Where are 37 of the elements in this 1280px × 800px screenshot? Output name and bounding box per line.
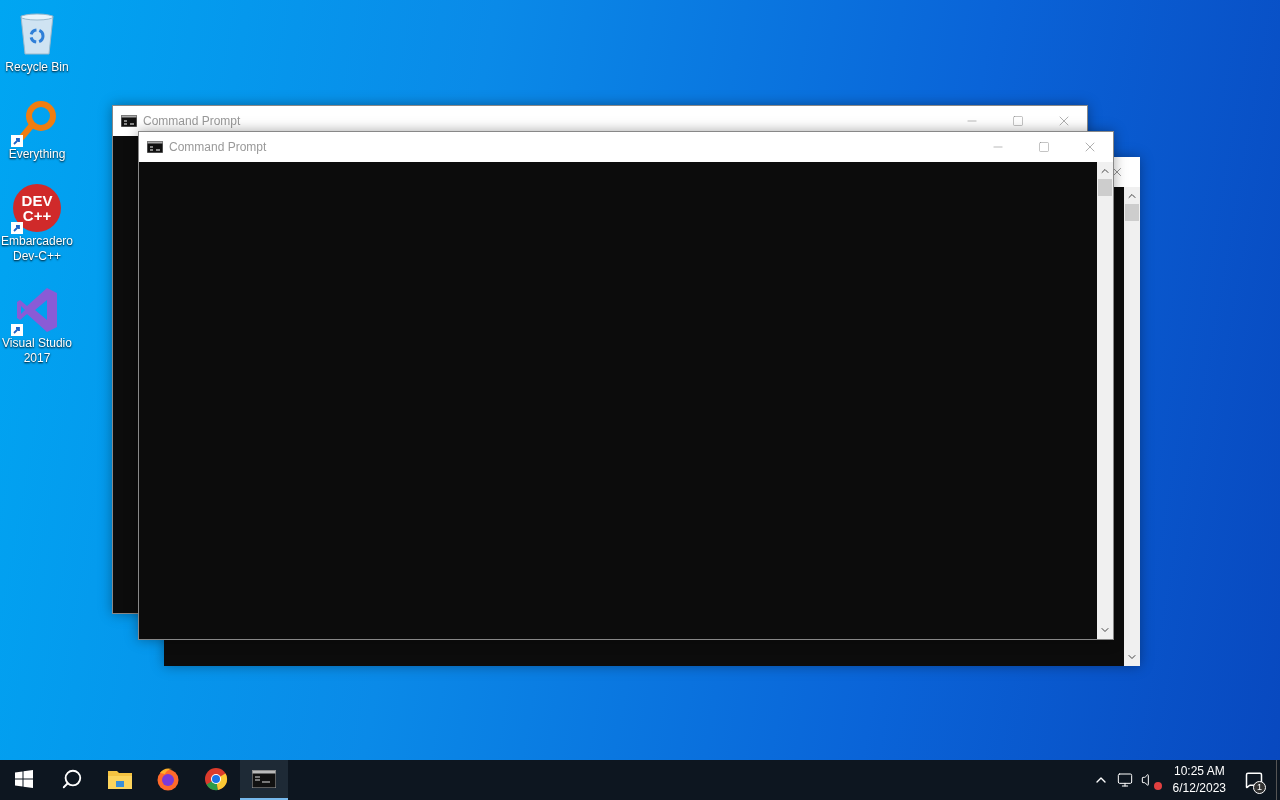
logo-text: C++	[22, 208, 52, 223]
notification-count: 1	[1253, 781, 1266, 794]
search-icon	[61, 768, 83, 790]
desktop-icon[interactable]: DEV C++ Embarcadero Dev-C++	[0, 182, 74, 264]
notifications-button[interactable]: 1	[1232, 760, 1276, 800]
fox-globe-icon	[156, 767, 180, 791]
windows-logo-icon	[15, 770, 33, 788]
window-title: Command Prompt	[169, 139, 268, 156]
chrome-icon	[204, 767, 228, 791]
desktop-icon[interactable]: Visual Studio 2017	[0, 284, 74, 366]
desktop-icon-label: Everything	[8, 147, 66, 162]
terminal-icon	[252, 770, 276, 788]
scrollbar-thumb[interactable]	[1098, 179, 1112, 196]
desktop-icon[interactable]: Recycle Bin	[0, 8, 74, 75]
scrollbar[interactable]	[1124, 187, 1140, 666]
maximize-icon[interactable]	[1038, 141, 1050, 153]
clock-date: 6/12/2023	[1172, 780, 1226, 797]
clock[interactable]: 10:25 AM 6/12/2023	[1166, 763, 1232, 797]
visual-studio-icon	[15, 286, 59, 334]
desktop-icon-label: Embarcadero Dev-C++	[0, 234, 74, 264]
taskbar-button[interactable]	[240, 760, 288, 800]
desktop-icon-label: Recycle Bin	[5, 60, 69, 75]
window-title: Command Prompt	[143, 113, 242, 130]
terminal-icon	[121, 115, 137, 127]
maximize-icon[interactable]	[1012, 115, 1024, 127]
desktop-icon-label: Visual Studio 2017	[1, 336, 73, 366]
mute-badge-icon	[1153, 782, 1162, 790]
scrollbar[interactable]	[1097, 162, 1113, 639]
desktop-icon[interactable]: Everything	[0, 95, 74, 162]
network-icon[interactable]	[1116, 772, 1133, 788]
message-icon	[1245, 771, 1263, 789]
terminal-icon	[147, 141, 163, 153]
clock-time: 10:25 AM	[1173, 763, 1225, 780]
folder-icon	[108, 769, 132, 789]
scrollbar-thumb[interactable]	[1125, 204, 1139, 221]
recycle-bin-icon	[17, 12, 57, 56]
logo-text: DEV	[21, 193, 53, 208]
